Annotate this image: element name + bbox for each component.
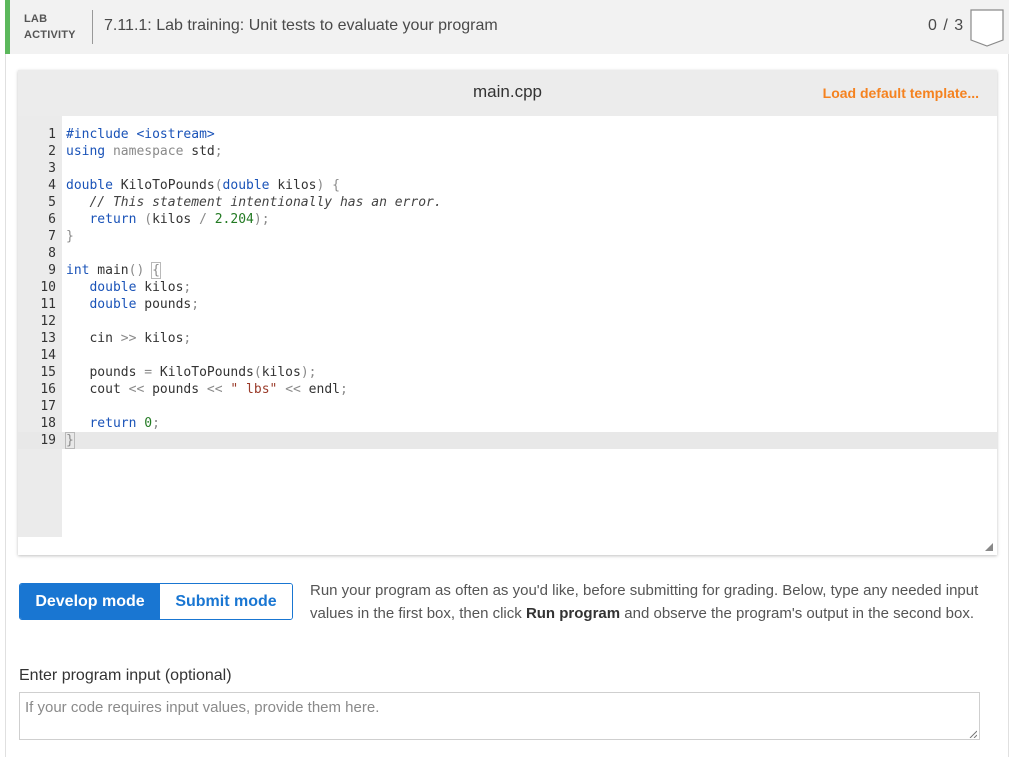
code-line-text: cin >> kilos; — [66, 331, 192, 346]
code-line-text: return (kilos / 2.204); — [89, 212, 270, 227]
line-number: 15 — [40, 365, 56, 380]
line-number: 13 — [40, 331, 56, 346]
line-number: 11 — [40, 297, 56, 312]
code-line: 5 // This statement intentionally has an… — [18, 194, 997, 211]
code-line-text: // This statement intentionally has an e… — [89, 195, 442, 210]
develop-mode-button[interactable]: Develop mode — [20, 584, 160, 619]
line-number: 4 — [48, 178, 56, 193]
score-display: 0 / 3 — [928, 17, 965, 34]
code-line: 16 cout << pounds << " lbs" << endl; — [18, 381, 997, 398]
code-line: 14 — [18, 347, 997, 364]
completion-badge-icon — [970, 9, 1004, 47]
code-line: 1 #include <iostream> — [18, 126, 997, 143]
code-line-text: double pounds; — [89, 297, 200, 312]
code-line: 4 double KiloToPounds(double kilos) { — [18, 177, 997, 194]
line-number: 6 — [48, 212, 56, 227]
lab-header: LAB ACTIVITY 7.11.1: Lab training: Unit … — [5, 0, 1009, 54]
program-input-label: Enter program input (optional) — [19, 667, 232, 684]
line-number: 2 — [48, 144, 56, 159]
code-line: 18 return 0; — [18, 415, 997, 432]
code-line-text: #include <iostream> — [66, 127, 215, 142]
code-line-text: } — [66, 229, 74, 244]
run-instructions: Run your program as often as you'd like,… — [310, 580, 1000, 625]
line-number: 12 — [40, 314, 56, 329]
code-line: 10 double kilos; — [18, 279, 997, 296]
load-default-template-link[interactable]: Load default template... — [823, 85, 979, 101]
editor-footer — [18, 537, 997, 555]
line-number: 3 — [48, 161, 56, 176]
line-number: 19 — [40, 433, 56, 448]
lab-activity-label: LAB ACTIVITY — [24, 11, 76, 43]
code-line: 12 — [18, 313, 997, 330]
code-line: 7} — [18, 228, 997, 245]
run-program-emphasis: Run program — [525, 604, 621, 622]
page-title: 7.11.1: Lab training: Unit tests to eval… — [104, 17, 498, 34]
line-number: 18 — [40, 416, 56, 431]
code-line-active: 19} — [18, 432, 997, 449]
line-number: 10 — [40, 280, 56, 295]
line-number: 17 — [40, 399, 56, 414]
code-line: 2 using namespace std; — [18, 143, 997, 160]
resize-grip-icon[interactable] — [968, 729, 977, 738]
header-divider — [92, 10, 93, 44]
code-line: 6 return (kilos / 2.204); — [18, 211, 997, 228]
code-editor: main.cpp Load default template... 1 #incl… — [18, 70, 997, 555]
code-line: 11 double pounds; — [18, 296, 997, 313]
code-line: 3 — [18, 160, 997, 177]
line-number: 14 — [40, 348, 56, 363]
line-number: 1 — [48, 127, 56, 142]
line-number: 16 — [40, 382, 56, 397]
program-input-field[interactable] — [19, 692, 980, 740]
code-line: 17 — [18, 398, 997, 415]
line-number: 7 — [48, 229, 56, 244]
instructions-text-2: and observe the program's output in the … — [620, 604, 975, 622]
code-line-text: double kilos; — [89, 280, 192, 295]
code-line: 8 — [18, 245, 997, 262]
submit-mode-button[interactable]: Submit mode — [160, 584, 292, 619]
lab-label-line1: LAB — [24, 13, 48, 25]
mode-toggle: Develop mode Submit mode — [19, 583, 293, 620]
code-line: 13 cin >> kilos; — [18, 330, 997, 347]
code-line-text: pounds = KiloToPounds(kilos); — [66, 365, 317, 380]
code-line-text: using namespace std; — [66, 144, 223, 159]
code-line: 15 pounds = KiloToPounds(kilos); — [18, 364, 997, 381]
resize-grip-icon[interactable] — [985, 543, 993, 551]
code-text-area[interactable]: 1 #include <iostream> 2 using namespace st… — [18, 126, 997, 449]
line-number: 5 — [48, 195, 56, 210]
line-number: 8 — [48, 246, 56, 261]
code-line-text: return 0; — [89, 416, 160, 431]
editor-toolbar: main.cpp Load default template... — [18, 70, 997, 116]
code-line: 9 int main() { — [18, 262, 997, 279]
code-line-text: cout << pounds << " lbs" << endl; — [66, 382, 348, 397]
code-line-text: double KiloToPounds(double kilos) { — [66, 178, 340, 193]
lab-label-line2: ACTIVITY — [24, 29, 76, 41]
line-number: 9 — [48, 263, 56, 278]
code-line-text: } — [65, 432, 75, 449]
code-line-text: int main() { — [66, 262, 161, 279]
